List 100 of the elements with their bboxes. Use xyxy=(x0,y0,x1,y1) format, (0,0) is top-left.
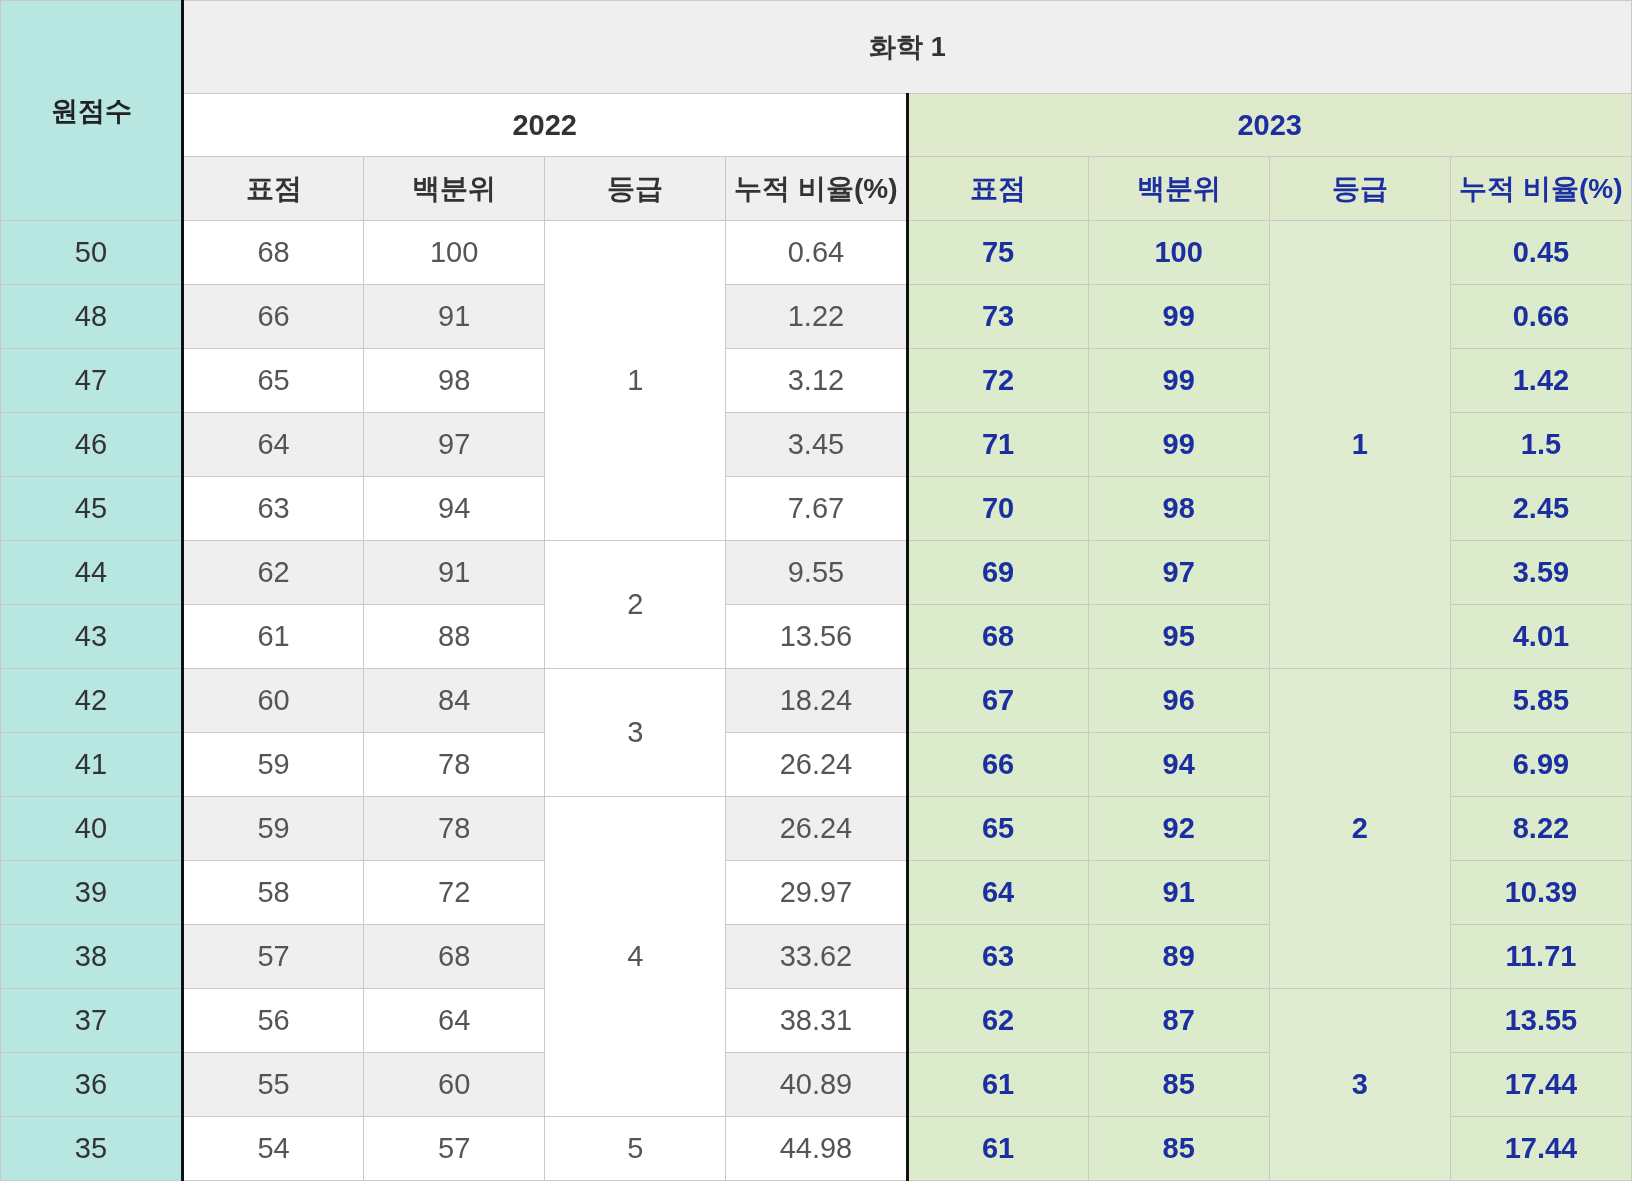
table-cell: 11.71 xyxy=(1450,924,1632,989)
table-cell: 2 xyxy=(1269,668,1451,989)
table-cell: 3.59 xyxy=(1450,540,1632,605)
table-cell: 54 xyxy=(182,1116,364,1181)
table-cell: 7.67 xyxy=(725,476,907,541)
column-header: 등급 xyxy=(1269,156,1451,221)
table-cell: 99 xyxy=(1088,348,1270,413)
table-cell: 62 xyxy=(182,540,364,605)
table-cell: 3.45 xyxy=(725,412,907,477)
table-cell: 67 xyxy=(907,668,1089,733)
table-cell: 56 xyxy=(182,988,364,1053)
table-cell: 97 xyxy=(1088,540,1270,605)
table-cell: 55 xyxy=(182,1052,364,1117)
table-cell: 60 xyxy=(363,1052,545,1117)
table-cell: 78 xyxy=(363,796,545,861)
table-cell: 47 xyxy=(0,348,183,413)
table-cell: 100 xyxy=(1088,220,1270,285)
column-header: 백분위 xyxy=(363,156,545,221)
table-cell: 8.22 xyxy=(1450,796,1632,861)
table-cell: 6.99 xyxy=(1450,732,1632,797)
table-cell: 99 xyxy=(1088,284,1270,349)
table-title: 화학 1 xyxy=(182,0,1632,94)
table-cell: 0.64 xyxy=(725,220,907,285)
table-cell: 61 xyxy=(907,1116,1089,1181)
table-cell: 65 xyxy=(907,796,1089,861)
table-cell: 4.01 xyxy=(1450,604,1632,669)
table-cell: 62 xyxy=(907,988,1089,1053)
table-cell: 70 xyxy=(907,476,1089,541)
table-cell: 66 xyxy=(907,732,1089,797)
table-cell: 26.24 xyxy=(725,796,907,861)
table-cell: 43 xyxy=(0,604,183,669)
table-cell: 91 xyxy=(1088,860,1270,925)
table-cell: 10.39 xyxy=(1450,860,1632,925)
year-header: 2022 xyxy=(182,93,907,157)
table-cell: 88 xyxy=(363,604,545,669)
table-cell: 94 xyxy=(1088,732,1270,797)
table-cell: 37 xyxy=(0,988,183,1053)
table-cell: 9.55 xyxy=(725,540,907,605)
table-cell: 1 xyxy=(1269,220,1451,669)
table-cell: 17.44 xyxy=(1450,1052,1632,1117)
table-cell: 99 xyxy=(1088,412,1270,477)
table-cell: 3.12 xyxy=(725,348,907,413)
column-header: 표점 xyxy=(182,156,364,221)
table-cell: 64 xyxy=(907,860,1089,925)
table-cell: 5.85 xyxy=(1450,668,1632,733)
table-cell: 1.42 xyxy=(1450,348,1632,413)
table-cell: 26.24 xyxy=(725,732,907,797)
table-cell: 68 xyxy=(363,924,545,989)
table-cell: 38.31 xyxy=(725,988,907,1053)
table-cell: 94 xyxy=(363,476,545,541)
table-cell: 69 xyxy=(907,540,1089,605)
table-cell: 1.22 xyxy=(725,284,907,349)
table-cell: 4 xyxy=(544,796,726,1117)
table-cell: 45 xyxy=(0,476,183,541)
table-cell: 61 xyxy=(182,604,364,669)
column-header: 백분위 xyxy=(1088,156,1270,221)
table-cell: 44 xyxy=(0,540,183,605)
table-cell: 0.66 xyxy=(1450,284,1632,349)
table-cell: 73 xyxy=(907,284,1089,349)
table-cell: 66 xyxy=(182,284,364,349)
table-cell: 91 xyxy=(363,284,545,349)
table-cell: 96 xyxy=(1088,668,1270,733)
table-cell: 35 xyxy=(0,1116,183,1181)
table-cell: 60 xyxy=(182,668,364,733)
table-cell: 98 xyxy=(363,348,545,413)
table-cell: 78 xyxy=(363,732,545,797)
table-cell: 64 xyxy=(182,412,364,477)
table-cell: 38 xyxy=(0,924,183,989)
table-cell: 29.97 xyxy=(725,860,907,925)
table-cell: 84 xyxy=(363,668,545,733)
table-cell: 17.44 xyxy=(1450,1116,1632,1181)
table-cell: 68 xyxy=(182,220,364,285)
table-cell: 72 xyxy=(907,348,1089,413)
table-cell: 71 xyxy=(907,412,1089,477)
table-cell: 13.56 xyxy=(725,604,907,669)
table-cell: 3 xyxy=(1269,988,1451,1181)
table-cell: 89 xyxy=(1088,924,1270,989)
table-cell: 40 xyxy=(0,796,183,861)
column-header: 표점 xyxy=(907,156,1089,221)
column-header: 누적 비율(%) xyxy=(1450,156,1632,221)
table-cell: 58 xyxy=(182,860,364,925)
table-cell: 97 xyxy=(363,412,545,477)
column-header: 원점수 xyxy=(0,0,183,221)
table-cell: 48 xyxy=(0,284,183,349)
table-cell: 100 xyxy=(363,220,545,285)
table-cell: 44.98 xyxy=(725,1116,907,1181)
table-cell: 3 xyxy=(544,668,726,797)
table-cell: 95 xyxy=(1088,604,1270,669)
table-cell: 59 xyxy=(182,732,364,797)
table-cell: 87 xyxy=(1088,988,1270,1053)
table-cell: 2 xyxy=(544,540,726,669)
table-cell: 63 xyxy=(907,924,1089,989)
table-cell: 92 xyxy=(1088,796,1270,861)
table-cell: 13.55 xyxy=(1450,988,1632,1053)
table-cell: 0.45 xyxy=(1450,220,1632,285)
table-cell: 5 xyxy=(544,1116,726,1181)
table-cell: 33.62 xyxy=(725,924,907,989)
table-cell: 85 xyxy=(1088,1052,1270,1117)
table-cell: 68 xyxy=(907,604,1089,669)
table-cell: 59 xyxy=(182,796,364,861)
